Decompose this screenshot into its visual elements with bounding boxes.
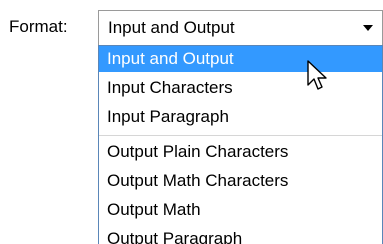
option-output-plain-characters[interactable]: Output Plain Characters xyxy=(99,139,382,165)
format-dropdown[interactable]: Input and Output xyxy=(98,10,383,46)
option-output-math-characters[interactable]: Output Math Characters xyxy=(99,168,382,194)
option-input-characters[interactable]: Input Characters xyxy=(99,75,382,101)
option-output-paragraph[interactable]: Output Paragraph xyxy=(99,226,382,244)
list-separator xyxy=(99,135,382,136)
option-input-paragraph[interactable]: Input Paragraph xyxy=(99,104,382,130)
option-input-and-output[interactable]: Input and Output xyxy=(99,46,382,72)
chevron-down-icon[interactable] xyxy=(363,25,373,31)
format-selected-value: Input and Output xyxy=(108,18,235,37)
option-output-math[interactable]: Output Math xyxy=(99,197,382,223)
mouse-cursor-icon xyxy=(307,60,327,90)
format-label: Format: xyxy=(9,17,68,36)
format-options-list: Input and Output Input Characters Input … xyxy=(98,45,383,244)
